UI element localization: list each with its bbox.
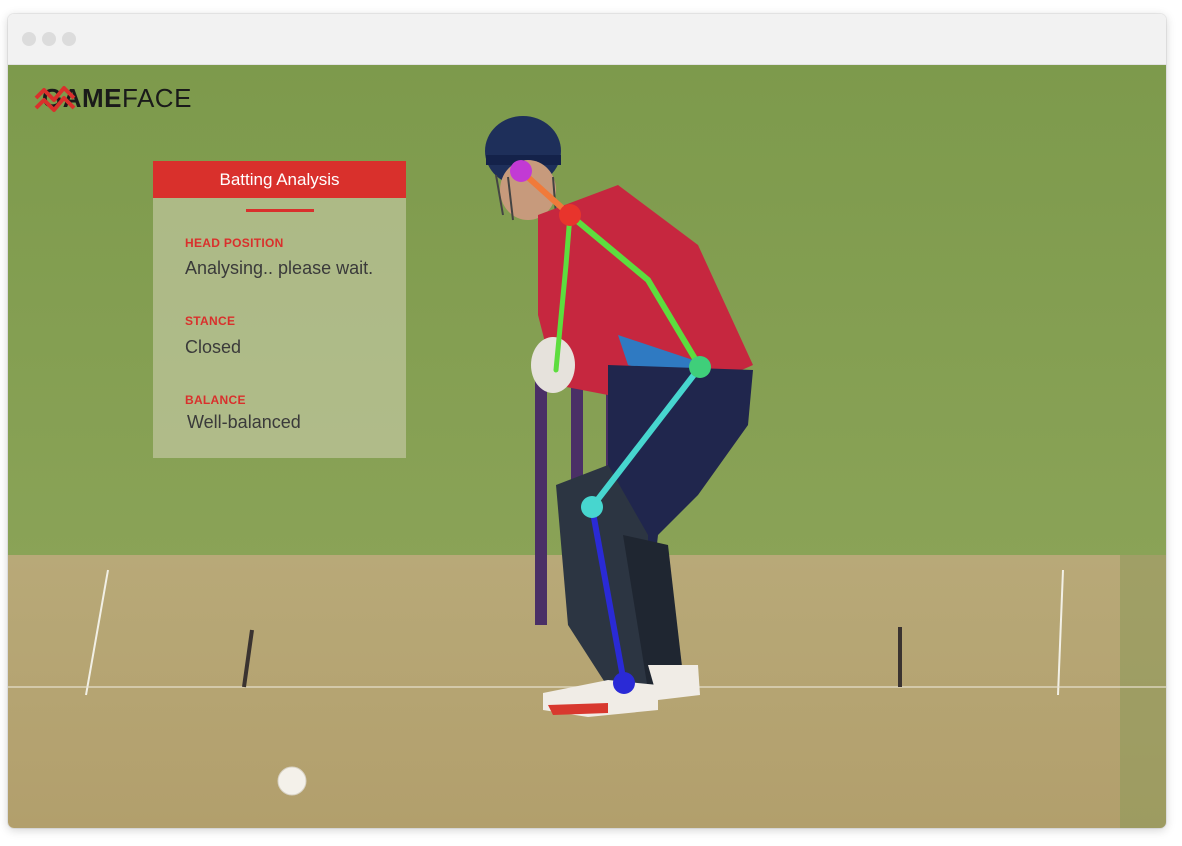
stance-label: STANCE xyxy=(185,314,236,328)
window-control-dot[interactable] xyxy=(22,32,36,46)
balance-value: Well-balanced xyxy=(187,412,301,432)
browser-window: GAMEFACE Batting Analysis HEAD POSITION … xyxy=(8,14,1166,828)
window-control-dot[interactable] xyxy=(62,32,76,46)
video-frame: GAMEFACE Batting Analysis HEAD POSITION … xyxy=(8,65,1166,828)
head-position-value: Analysing.. please wait. xyxy=(185,258,374,278)
title-underline xyxy=(246,209,314,212)
stance-value: Closed xyxy=(185,337,242,357)
batting-analysis-panel: Batting Analysis HEAD POSITION Analysing… xyxy=(153,161,406,458)
wave-logo-icon xyxy=(34,86,76,112)
pose-joint-hip xyxy=(689,356,711,378)
pose-joint-ankle xyxy=(613,672,635,694)
cricket-ball xyxy=(277,766,307,796)
pose-joint-head xyxy=(510,160,532,182)
panel-title: Batting Analysis xyxy=(153,161,406,198)
balance-label: BALANCE xyxy=(185,393,246,407)
stump xyxy=(535,375,547,625)
gloves xyxy=(531,337,575,393)
window-titlebar xyxy=(8,14,1166,65)
pose-joint-knee xyxy=(581,496,603,518)
pitch-edge xyxy=(1120,555,1166,828)
pose-joint-neck xyxy=(559,204,581,226)
window-control-dot[interactable] xyxy=(42,32,56,46)
head-position-label: HEAD POSITION xyxy=(185,236,284,250)
gameface-logo[interactable]: GAMEFACE xyxy=(34,80,192,116)
